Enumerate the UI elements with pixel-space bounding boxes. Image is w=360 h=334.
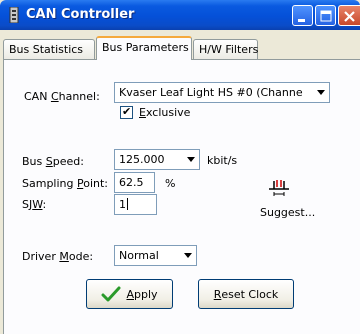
close-icon [344,11,355,22]
chevron-down-icon[interactable] [179,246,196,265]
driver-mode-label: Driver Mode: [22,250,94,263]
minimize-button[interactable] [292,5,313,26]
can-channel-select[interactable]: Kvaser Leaf Light HS #0 (Channe [114,82,330,103]
title-bar[interactable]: CAN Controller [0,0,360,30]
can-channel-value: Kvaser Leaf Light HS #0 (Channe [119,86,303,99]
close-button[interactable] [338,5,360,26]
bit-timing-icon[interactable] [267,177,291,197]
bus-speed-label: Bus Speed: [22,155,84,168]
check-icon: ✔ [122,105,132,118]
can-channel-label: CAN Channel: [24,90,100,103]
tab-bus-statistics[interactable]: Bus Statistics [3,39,95,59]
maximize-button[interactable] [315,5,336,26]
reset-clock-label: eset Clock [221,287,279,301]
sjw-label: SJW: [22,198,47,211]
sampling-point-unit: % [165,177,176,190]
reset-clock-label-mnemonic: R [213,287,222,301]
bus-parameters-panel: CAN Channel: Kvaser Leaf Light HS #0 (Ch… [3,59,360,334]
text-cursor [127,198,128,210]
driver-mode-value: Normal [119,249,159,262]
apply-label-mnemonic: A [126,287,134,301]
sjw-value: 1 [119,198,126,211]
chevron-down-icon[interactable] [312,83,329,102]
checkmark-icon [101,286,121,302]
sjw-input[interactable]: 1 [114,194,157,215]
tab-strip: Bus Statistics Bus Parameters H/W Filter… [0,36,360,60]
bus-speed-value: 125.000 [119,153,165,166]
app-icon [9,7,19,23]
exclusive-label: Exclusive [139,106,191,119]
bus-speed-select[interactable]: 125.000 [114,149,200,170]
apply-button[interactable]: Apply [86,279,173,309]
driver-mode-select[interactable]: Normal [114,245,197,266]
maximize-icon [320,10,332,22]
tab-hw-filters[interactable]: H/W Filters [193,39,258,59]
window-title: CAN Controller [26,7,135,22]
suggest-link[interactable]: Suggest... [260,206,315,219]
chevron-down-icon[interactable] [182,150,199,169]
sampling-point-value: 62.5 [119,176,144,189]
sampling-point-input[interactable]: 62.5 [114,172,155,193]
sampling-point-label: Sampling Point: [22,177,109,190]
bus-speed-unit: kbit/s [207,154,238,167]
exclusive-checkbox[interactable]: ✔ [120,105,133,119]
tab-bus-parameters[interactable]: Bus Parameters [96,36,192,60]
apply-label: pply [134,287,158,301]
reset-clock-button[interactable]: Reset Clock [198,279,294,309]
minimize-icon [298,19,305,22]
